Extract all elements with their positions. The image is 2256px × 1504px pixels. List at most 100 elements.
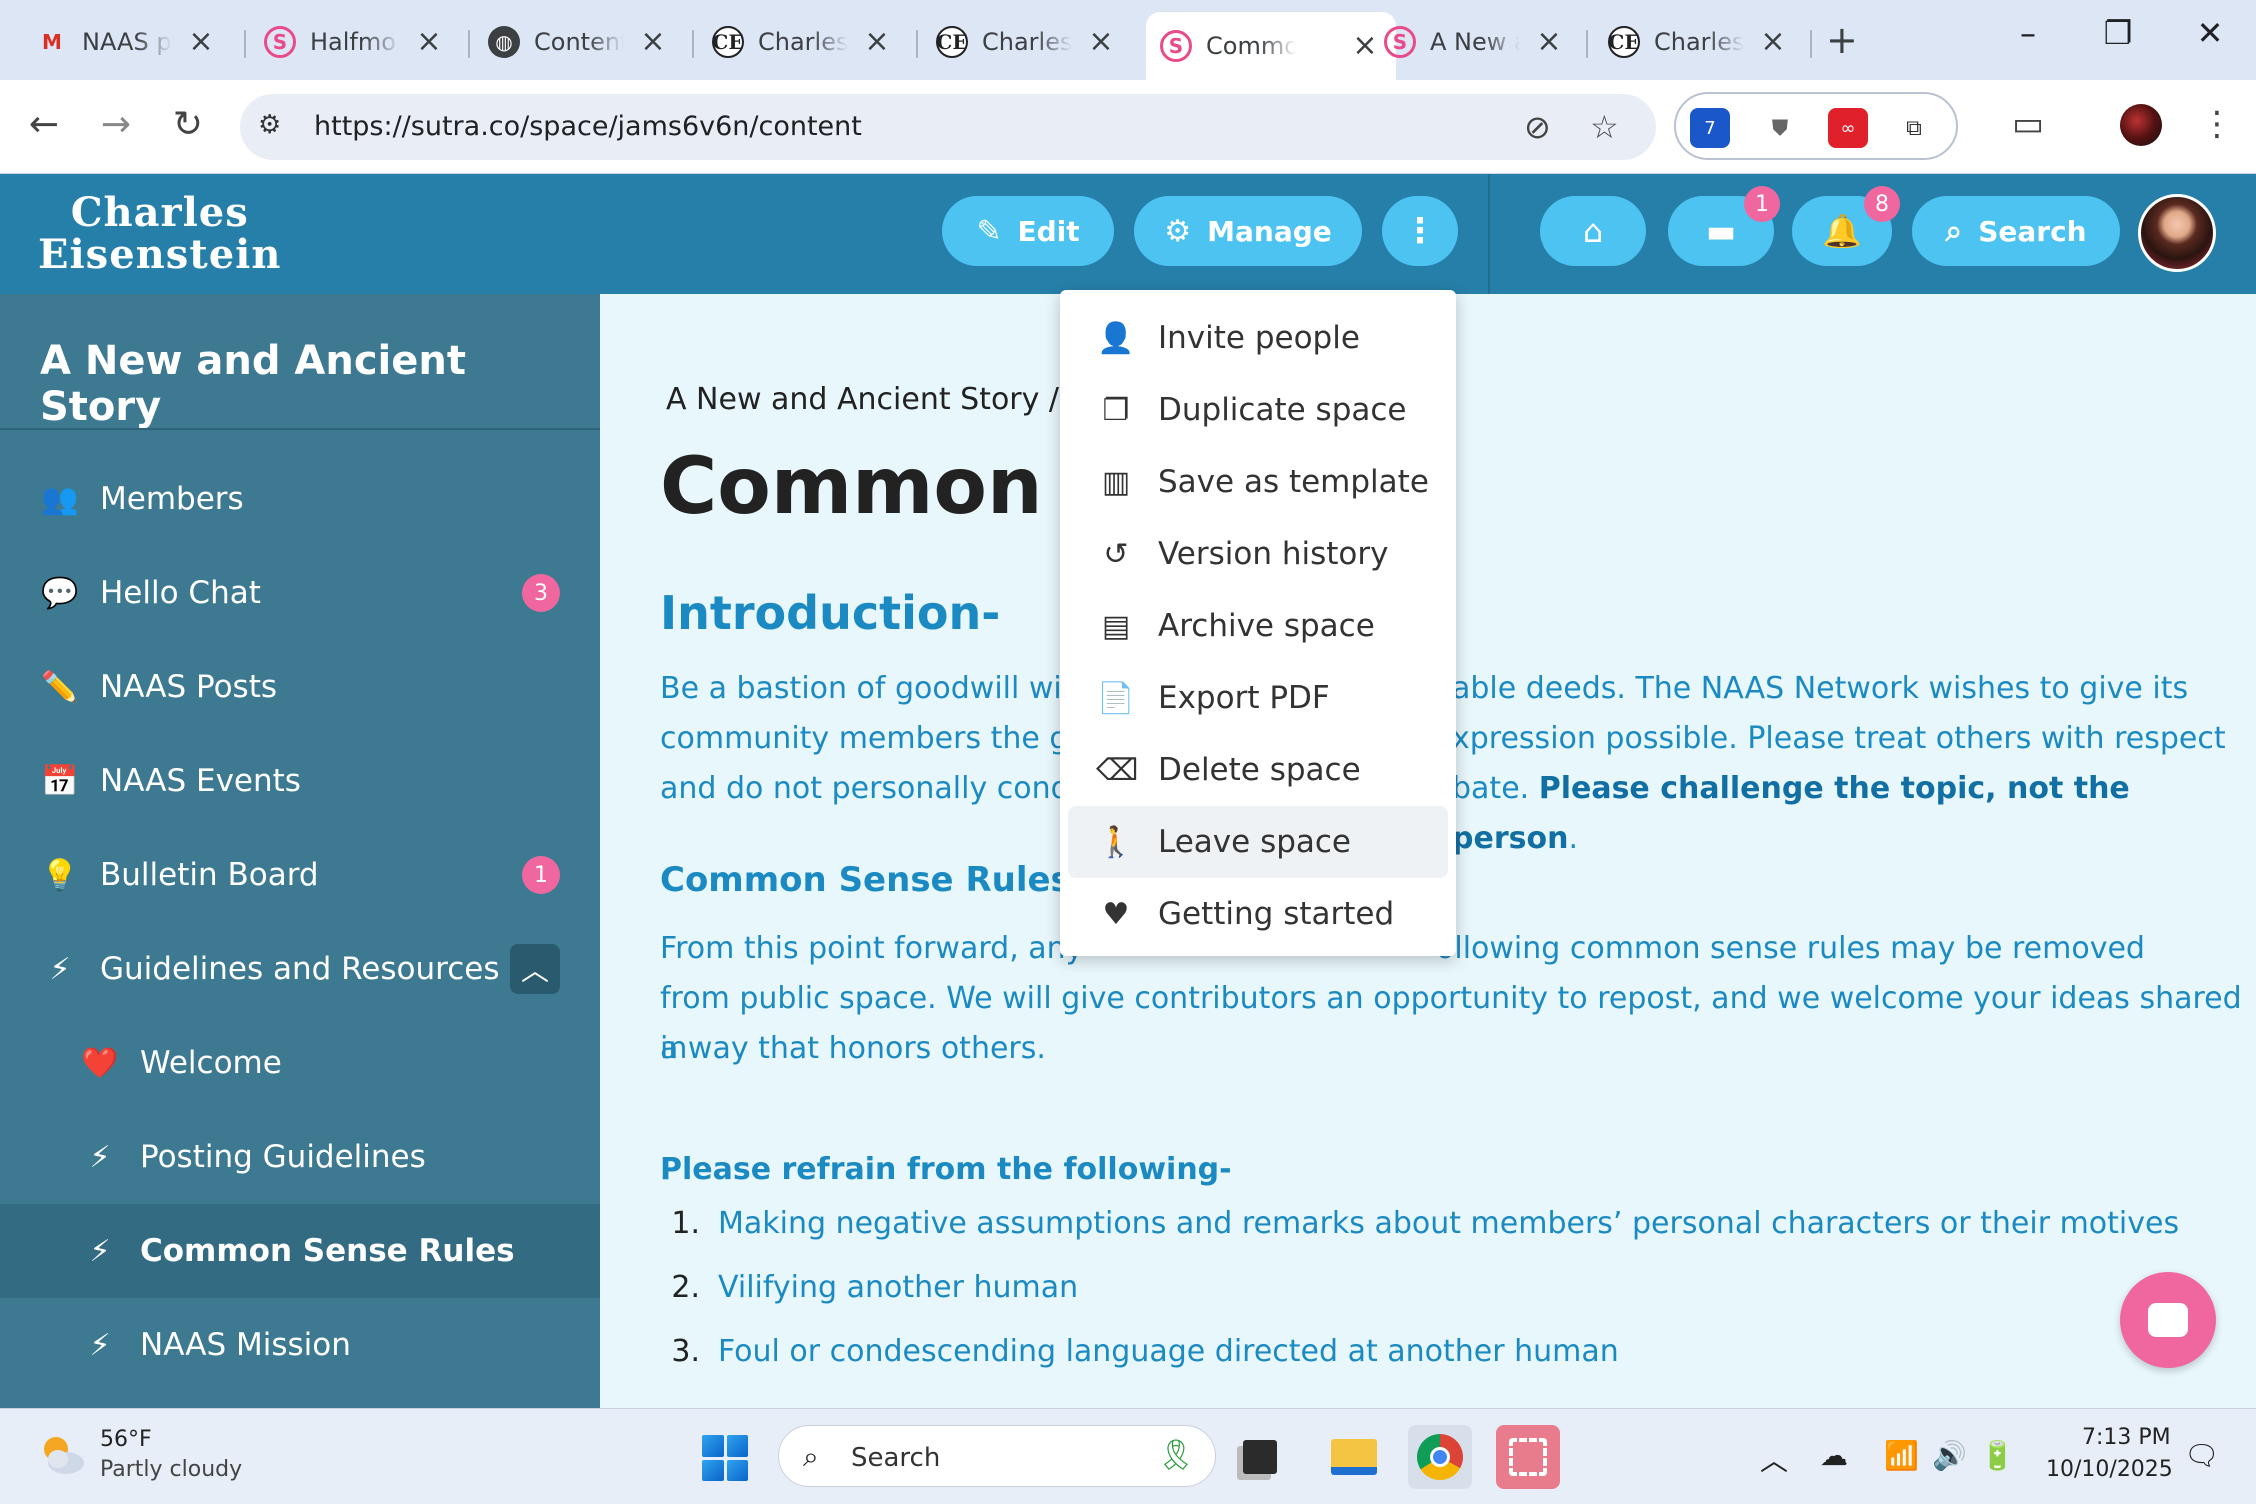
battery-icon[interactable]: 🔋 — [1980, 1439, 2015, 1472]
taskbar-search[interactable]: ⌕ Search 🎗 — [778, 1425, 1216, 1487]
list-item-text: Making negative assumptions and remarks … — [718, 1206, 2180, 1241]
task-view-icon[interactable] — [1228, 1425, 1292, 1489]
chevron-up-icon[interactable]: ︿ — [1760, 1439, 1788, 1479]
shield-icon[interactable]: ⛊ — [1760, 108, 1800, 148]
reading-list-icon[interactable]: ▭ — [2012, 104, 2044, 144]
window-close-icon[interactable]: ✕ — [2190, 14, 2230, 52]
sidebar-item-naas-mission[interactable]: ⚡ NAAS Mission — [0, 1298, 600, 1392]
more-options-button[interactable]: ⋮ — [1382, 196, 1458, 266]
weather-condition[interactable]: Partly cloudy — [100, 1457, 242, 1482]
menu-kebab-icon[interactable]: ⋮ — [2200, 104, 2234, 144]
chrome-icon[interactable] — [1408, 1425, 1472, 1489]
sidebar-item-hello-chat[interactable]: 💬 Hello Chat 3 — [0, 546, 600, 640]
sidebar-item-common-sense-rules[interactable]: ⚡ Common Sense Rules — [0, 1204, 600, 1298]
menu-item-archive-space[interactable]: ▤ Archive space — [1068, 590, 1448, 662]
browser-tab[interactable]: CE Charles × — [698, 14, 908, 70]
sidebar-item-label: Posting Guidelines — [140, 1139, 426, 1175]
cloud-sync-icon[interactable]: ☁ — [1820, 1439, 1848, 1472]
edit-icon: ✎ — [976, 213, 1002, 249]
space-title[interactable]: A New and Ancient Story — [40, 338, 600, 430]
browser-tab[interactable]: S A New a × — [1370, 14, 1580, 70]
menu-item-save-as-template[interactable]: ▥ Save as template — [1068, 446, 1448, 518]
clock-time[interactable]: 7:13 PM — [2082, 1425, 2171, 1450]
browser-tab[interactable]: ◍ Content × — [474, 14, 684, 70]
manage-button[interactable]: ⚙ Manage — [1134, 196, 1362, 266]
extensions-group: 7 ⛊ ∞ ⧉ — [1674, 92, 1958, 160]
browser-tab[interactable]: M NAAS p × — [22, 14, 232, 70]
extension-badge: 7 — [1704, 117, 1716, 139]
browser-tab-active[interactable]: S Commo × — [1146, 12, 1396, 80]
extension-icon[interactable]: 7 — [1690, 108, 1730, 148]
eye-slash-icon[interactable]: ⊘ — [1524, 108, 1551, 146]
sidebar-item-bulletin-board[interactable]: 💡 Bulletin Board 1 — [0, 828, 600, 922]
close-icon[interactable]: × — [1758, 27, 1788, 57]
search-button[interactable]: ⌕ Search — [1912, 196, 2120, 266]
menu-item-invite-people[interactable]: 👤 Invite people — [1068, 302, 1448, 374]
menu-item-label: Leave space — [1158, 824, 1352, 860]
snipping-tool-icon[interactable] — [1496, 1425, 1560, 1489]
edit-label: Edit — [1017, 214, 1080, 248]
profile-avatar[interactable] — [2120, 104, 2162, 146]
url-text[interactable]: https://sutra.co/space/jams6v6n/content — [314, 111, 862, 142]
site-logo[interactable]: Charles Eisenstein — [38, 192, 281, 276]
address-bar[interactable]: ⚙ https://sutra.co/space/jams6v6n/conten… — [240, 94, 1656, 160]
restore-icon[interactable]: ❐ — [2098, 14, 2138, 52]
tab-separator — [244, 30, 246, 58]
close-icon[interactable]: × — [1534, 27, 1564, 57]
tab-separator — [1586, 30, 1588, 58]
sidebar-item-naas-posts[interactable]: ✏️ NAAS Posts — [0, 640, 600, 734]
menu-item-delete-space[interactable]: ⌫ Delete space — [1068, 734, 1448, 806]
sidebar-item-members[interactable]: 👥 Members — [0, 452, 600, 546]
infinity-icon[interactable]: ∞ — [1828, 108, 1868, 148]
tab-separator — [468, 30, 470, 58]
menu-item-duplicate-space[interactable]: ❐ Duplicate space — [1068, 374, 1448, 446]
menu-item-getting-started[interactable]: ♥ Getting started — [1068, 878, 1448, 950]
page-title: Common S — [660, 442, 1126, 532]
close-icon[interactable]: × — [1086, 27, 1116, 57]
close-icon[interactable]: × — [862, 27, 892, 57]
menu-item-version-history[interactable]: ↺ Version history — [1068, 518, 1448, 590]
notification-center-icon[interactable]: 🗨 — [2184, 1439, 2220, 1472]
forward-icon[interactable]: → — [94, 104, 138, 145]
clock-date[interactable]: 10/10/2025 — [2046, 1457, 2173, 1482]
sidebar-item-welcome[interactable]: ❤️ Welcome — [0, 1016, 600, 1110]
tab-title: Content — [534, 28, 624, 56]
site-info-icon[interactable]: ⚙ — [258, 110, 292, 144]
file-explorer-icon[interactable] — [1322, 1425, 1386, 1489]
back-icon[interactable]: ← — [22, 104, 66, 145]
volume-icon[interactable]: 🔊 — [1932, 1439, 1967, 1472]
menu-item-export-pdf[interactable]: 📄 Export PDF — [1068, 662, 1448, 734]
weather-temp[interactable]: 56°F — [100, 1427, 152, 1452]
close-icon[interactable]: × — [186, 27, 216, 57]
close-icon[interactable]: × — [638, 27, 668, 57]
browser-tab[interactable]: CE Charles × — [1594, 14, 1804, 70]
star-icon[interactable]: ☆ — [1590, 108, 1619, 146]
partly-cloudy-icon[interactable] — [36, 1429, 88, 1481]
browser-tab[interactable]: S Halfmo × — [250, 14, 460, 70]
breadcrumb[interactable]: A New and Ancient Story / — [666, 382, 1059, 417]
browser-tab[interactable]: CE Charles × — [922, 14, 1132, 70]
sidebar-item-guidelines-and-resources[interactable]: ⚡ Guidelines and Resources ︿ — [0, 922, 600, 1016]
edit-button[interactable]: ✎ Edit — [942, 196, 1114, 266]
wifi-icon[interactable]: 📶 — [1884, 1439, 1919, 1472]
sidebar-item-label: Guidelines and Resources — [100, 951, 500, 987]
menu-item-label: Getting started — [1158, 896, 1395, 932]
notifications-badge: 8 — [1864, 186, 1900, 222]
new-tab-button[interactable]: + — [1826, 18, 1858, 62]
chat-launcher-button[interactable] — [2120, 1272, 2216, 1368]
puzzle-icon[interactable]: ⧉ — [1894, 108, 1934, 148]
close-icon[interactable]: × — [414, 27, 444, 57]
chevron-up-icon[interactable]: ︿ — [510, 944, 560, 994]
intro-paragraph-left: Be a bastion of goodwill with community … — [660, 664, 1099, 814]
reload-icon[interactable]: ↻ — [166, 104, 210, 145]
bolt-icon: ⚡ — [89, 1139, 111, 1175]
calendar-icon: 📅 — [41, 763, 79, 799]
menu-item-leave-space[interactable]: 🚶 Leave space — [1068, 806, 1448, 878]
home-button[interactable]: ⌂ — [1540, 196, 1646, 266]
windows-start-icon[interactable] — [702, 1435, 748, 1481]
user-avatar[interactable] — [2138, 194, 2216, 272]
sidebar-item-naas-events[interactable]: 📅 NAAS Events — [0, 734, 600, 828]
minimize-icon[interactable]: – — [2008, 14, 2048, 52]
sidebar-item-label: Bulletin Board — [100, 857, 319, 893]
sidebar-item-posting-guidelines[interactable]: ⚡ Posting Guidelines — [0, 1110, 600, 1204]
